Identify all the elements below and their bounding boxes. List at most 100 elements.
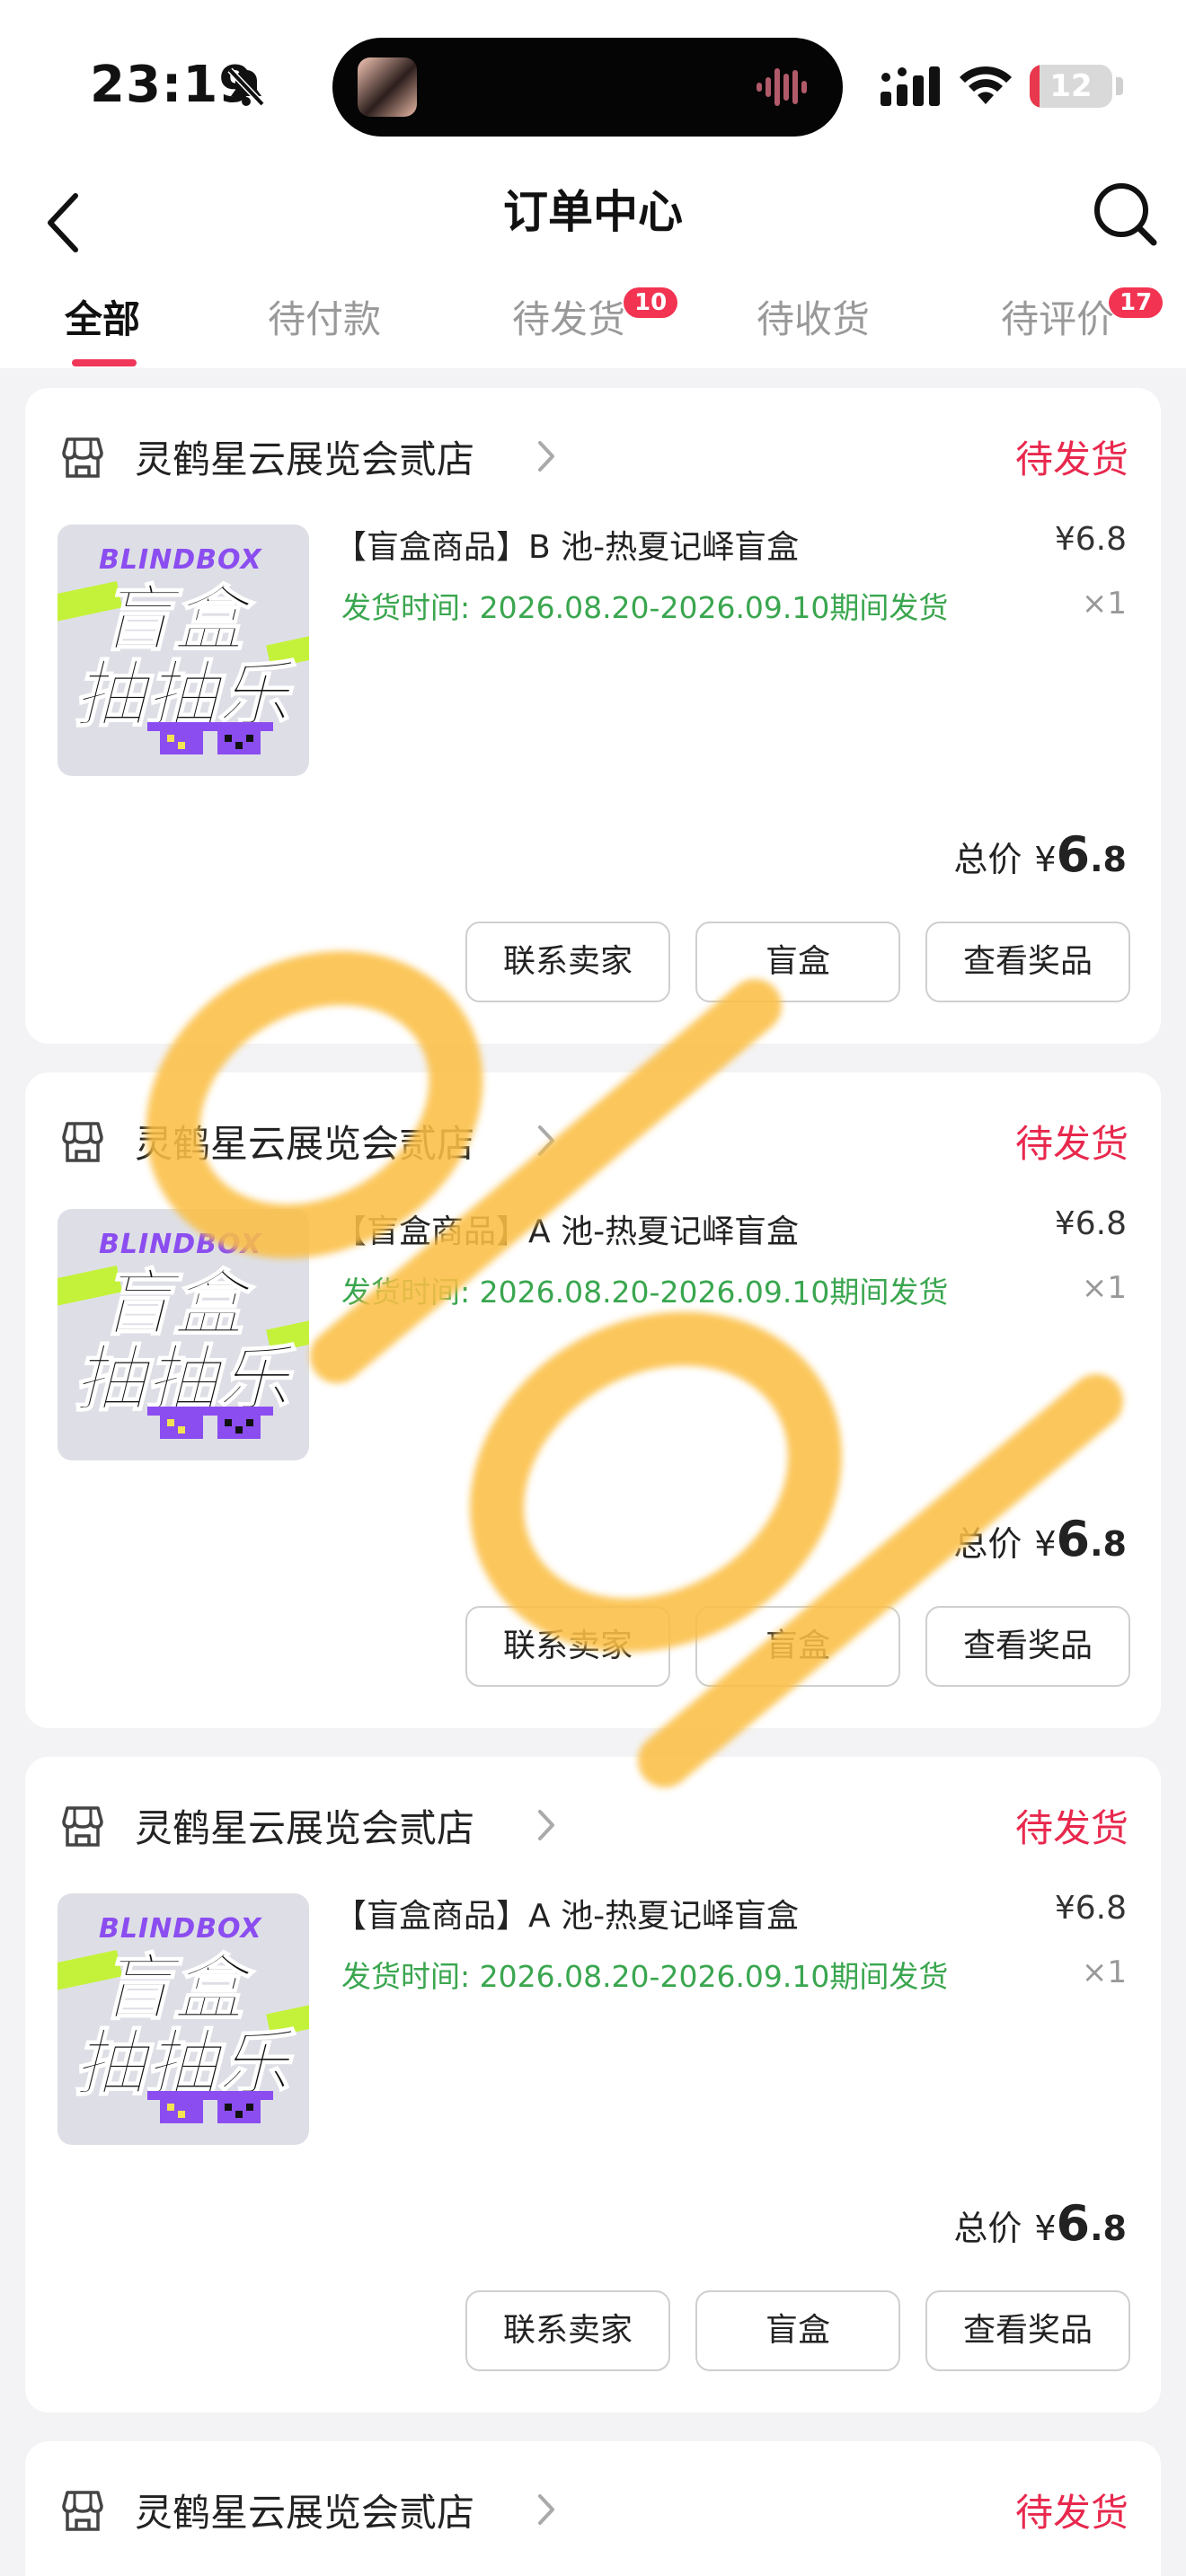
blindbox-button[interactable]: 盲盒	[695, 1606, 900, 1687]
view-prizes-button[interactable]: 查看奖品	[925, 1606, 1130, 1687]
tab-badge: 10	[624, 287, 678, 318]
order-status: 待发货	[1014, 1806, 1128, 1850]
shop-icon	[62, 1122, 103, 1162]
total-currency: ¥	[1034, 2209, 1057, 2248]
total-integer: 6	[1056, 2195, 1091, 2252]
bell-muted-icon	[227, 67, 265, 107]
chevron-right-icon[interactable]	[535, 1807, 557, 1843]
tab-label: 待发货	[512, 297, 626, 341]
shop-icon	[62, 1806, 103, 1847]
battery-percent: 12	[1049, 68, 1093, 104]
blindbox-button[interactable]: 盲盒	[695, 2290, 900, 2371]
tab-all[interactable]: 全部	[65, 289, 140, 344]
battery-level	[1030, 65, 1040, 108]
order-status: 待发货	[1014, 2491, 1128, 2535]
total-integer: 6	[1056, 826, 1091, 883]
total-label: 总价	[953, 1524, 1022, 1564]
total-price: 总价 ¥6.8	[953, 2195, 1127, 2252]
shop-row[interactable]: 灵鹤星云展览会贰店 待发货	[59, 2481, 1128, 2535]
total-price: 总价 ¥6.8	[953, 1511, 1127, 1567]
island-avatar	[358, 57, 417, 117]
search-icon[interactable]	[1089, 178, 1159, 250]
product-image[interactable]: BLINDBOX 盲盒 抽抽乐	[58, 1893, 309, 2145]
status-bar: 23:19 12	[0, 0, 1186, 171]
battery-nub	[1116, 77, 1123, 95]
unit-price: ¥6.8	[1054, 1205, 1127, 1242]
tab-pending-payment[interactable]: 待付款	[268, 289, 381, 344]
unit-price: ¥6.8	[1054, 521, 1127, 558]
pixel-sunglasses-icon	[147, 1407, 273, 1439]
active-tab-indicator	[72, 359, 137, 366]
total-price: 总价 ¥6.8	[953, 826, 1127, 883]
tab-label: 待评价	[1001, 297, 1115, 341]
contact-seller-button[interactable]: 联系卖家	[465, 2290, 670, 2371]
product-image[interactable]: BLINDBOX 盲盒 抽抽乐	[58, 1209, 309, 1460]
image-text-title: 盲盒	[100, 1262, 245, 1345]
product-title[interactable]: 【盲盒商品】B 池-热夏记峄盲盒	[334, 521, 799, 568]
image-text-brand: BLINDBOX	[99, 1913, 262, 1945]
chevron-right-icon[interactable]	[535, 1123, 557, 1159]
chevron-right-icon[interactable]	[535, 438, 557, 474]
product-image[interactable]: BLINDBOX 盲盒 抽抽乐	[58, 525, 309, 776]
pixel-sunglasses-icon	[147, 2091, 273, 2123]
image-text-title: 盲盒	[100, 578, 245, 661]
shop-name[interactable]: 灵鹤星云展览会贰店	[135, 1114, 474, 1169]
wifi-icon	[960, 66, 1012, 104]
chevron-right-icon[interactable]	[535, 2492, 557, 2527]
tab-pending-review[interactable]: 待评价 17	[1001, 287, 1164, 344]
quantity: ×1	[1081, 1954, 1127, 1990]
order-status: 待发货	[1014, 1122, 1128, 1166]
order-card[interactable]: 灵鹤星云展览会贰店 待发货 BLINDBOX 盲盒 抽抽乐	[25, 388, 1161, 1044]
product-title[interactable]: 【盲盒商品】A 池-热夏记峄盲盒	[334, 1890, 799, 1936]
shop-icon	[62, 437, 103, 478]
shop-name[interactable]: 灵鹤星云展览会贰店	[135, 1798, 474, 1853]
tab-badge: 17	[1109, 287, 1164, 318]
tab-label: 全部	[65, 297, 141, 341]
tab-label: 待收货	[757, 297, 871, 341]
shop-icon	[62, 2491, 103, 2531]
blindbox-button[interactable]: 盲盒	[695, 922, 900, 1002]
nav-bar: 订单中心	[0, 171, 1186, 278]
contact-seller-button[interactable]: 联系卖家	[465, 1606, 670, 1687]
total-currency: ¥	[1034, 840, 1057, 879]
image-text-title: 盲盒	[100, 1946, 245, 2030]
total-decimal: .8	[1090, 840, 1127, 879]
tab-label: 待付款	[268, 297, 382, 341]
product-title[interactable]: 【盲盒商品】A 池-热夏记峄盲盒	[334, 1205, 799, 1252]
signal-icon	[881, 66, 940, 106]
quantity: ×1	[1081, 586, 1127, 622]
view-prizes-button[interactable]: 查看奖品	[925, 922, 1130, 1002]
shop-name[interactable]: 灵鹤星云展览会贰店	[135, 2483, 474, 2537]
shop-name[interactable]: 灵鹤星云展览会贰店	[135, 429, 474, 484]
battery-icon: 12	[1030, 65, 1112, 108]
order-tabs: 全部 待付款 待发货 10 待收货 待评价 17	[0, 278, 1186, 368]
shop-row[interactable]: 灵鹤星云展览会贰店 待发货	[59, 428, 1128, 481]
tab-pending-receipt[interactable]: 待收货	[757, 289, 870, 344]
shop-row[interactable]: 灵鹤星云展览会贰店 待发货	[59, 1796, 1128, 1850]
image-text-brand: BLINDBOX	[99, 544, 262, 576]
total-label: 总价	[953, 840, 1022, 879]
tab-pending-shipment[interactable]: 待发货 10	[512, 287, 678, 344]
quantity: ×1	[1081, 1270, 1127, 1306]
order-card[interactable]: 灵鹤星云展览会贰店 待发货	[25, 2441, 1161, 2576]
total-decimal: .8	[1090, 2209, 1127, 2248]
order-card[interactable]: 灵鹤星云展览会贰店 待发货 BLINDBOX 盲盒 抽抽乐	[25, 1757, 1161, 2413]
ship-time: 发货时间: 2026.08.20-2026.09.10期间发货	[341, 1275, 949, 1310]
total-currency: ¥	[1034, 1524, 1057, 1564]
page-title: 订单中心	[503, 186, 683, 238]
total-decimal: .8	[1090, 1524, 1127, 1564]
waveform-icon	[757, 68, 807, 106]
order-card[interactable]: 灵鹤星云展览会贰店 待发货 BLINDBOX 盲盒 抽抽乐	[25, 1072, 1161, 1728]
total-label: 总价	[953, 2209, 1022, 2248]
total-integer: 6	[1056, 1511, 1091, 1567]
shop-row[interactable]: 灵鹤星云展览会贰店 待发货	[59, 1112, 1128, 1166]
pixel-sunglasses-icon	[147, 722, 273, 754]
contact-seller-button[interactable]: 联系卖家	[465, 922, 670, 1002]
image-text-brand: BLINDBOX	[99, 1229, 262, 1260]
dynamic-island	[332, 38, 843, 137]
ship-time: 发货时间: 2026.08.20-2026.09.10期间发货	[341, 1959, 949, 1994]
order-status: 待发货	[1014, 437, 1128, 481]
view-prizes-button[interactable]: 查看奖品	[925, 2290, 1130, 2371]
unit-price: ¥6.8	[1054, 1890, 1127, 1927]
ship-time: 发货时间: 2026.08.20-2026.09.10期间发货	[341, 590, 949, 625]
